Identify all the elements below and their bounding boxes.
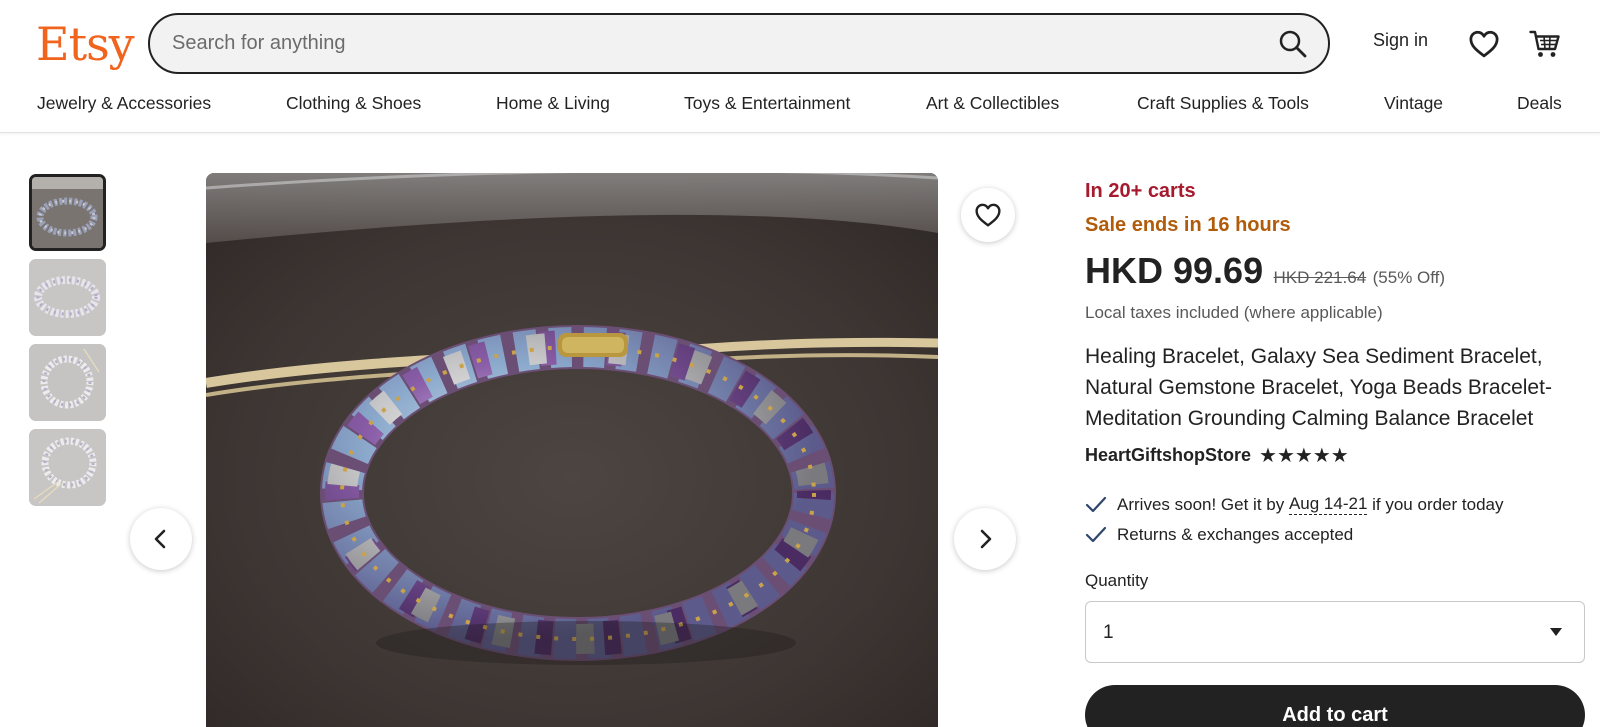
discount-percent: (55% Off) — [1372, 268, 1446, 287]
bracelet-thumbnail-image — [29, 259, 106, 336]
bracelet-thumbnail-image — [29, 344, 106, 421]
listing-title: Healing Bracelet, Galaxy Sea Sediment Br… — [1085, 345, 1552, 430]
price-row: HKD 99.69 HKD 221.64 (55% Off) — [1085, 250, 1445, 292]
nav-art-collectibles[interactable]: Art & Collectibles — [926, 93, 1059, 114]
favorites-button[interactable] — [1462, 22, 1506, 66]
taxes-note: Local taxes included (where applicable) — [1085, 303, 1383, 322]
caret-down-icon — [1550, 628, 1562, 636]
returns-policy: Returns & exchanges accepted — [1085, 525, 1353, 545]
quantity-label: Quantity — [1085, 571, 1149, 590]
thumbnail-3[interactable] — [29, 344, 106, 421]
search-icon — [1279, 30, 1307, 58]
search-input[interactable] — [172, 15, 1252, 72]
cart-button[interactable] — [1523, 22, 1567, 66]
delivery-estimate: Arrives soon! Get it by Aug 14-21 if you… — [1085, 494, 1503, 515]
category-nav: Jewelry & Accessories Clothing & Shoes H… — [0, 93, 1600, 121]
nav-deals[interactable]: Deals — [1517, 93, 1562, 114]
quantity-select[interactable]: 1 — [1085, 601, 1585, 663]
heart-icon — [975, 203, 1001, 227]
arrives-prefix: Arrives soon! Get it by — [1117, 494, 1289, 514]
nav-home-living[interactable]: Home & Living — [496, 93, 610, 114]
next-image-button[interactable] — [954, 508, 1016, 570]
bracelet-thumbnail-image — [29, 429, 106, 506]
sale-price: HKD 99.69 — [1085, 250, 1264, 291]
thumbnail-1[interactable] — [29, 174, 106, 251]
quantity-value: 1 — [1103, 622, 1114, 643]
search-button[interactable] — [1272, 23, 1314, 65]
delivery-dates-link[interactable]: Aug 14-21 — [1288, 494, 1368, 515]
thumbnail-2[interactable] — [29, 259, 106, 336]
favorite-listing-button[interactable] — [961, 188, 1015, 242]
arrives-suffix: if you order today — [1367, 494, 1504, 514]
heart-icon — [1469, 30, 1499, 58]
sale-countdown: Sale ends in 16 hours — [1085, 214, 1291, 236]
check-icon — [1085, 526, 1107, 543]
returns-text: Returns & exchanges accepted — [1117, 525, 1354, 544]
add-to-cart-button[interactable]: Add to cart — [1085, 685, 1585, 727]
shop-info: HeartGiftshopStore ★★★★★ — [1085, 445, 1350, 466]
previous-image-button[interactable] — [130, 508, 192, 570]
nav-clothing-shoes[interactable]: Clothing & Shoes — [286, 93, 421, 114]
chevron-right-icon — [980, 529, 992, 549]
site-header: Etsy Sign in Jewelry & Accessories Cloth… — [0, 0, 1600, 133]
main-product-image — [206, 173, 938, 727]
shopping-cart-icon — [1529, 30, 1560, 57]
search-bar — [148, 13, 1330, 74]
etsy-logo[interactable]: Etsy — [36, 14, 135, 74]
shop-name-link[interactable]: HeartGiftshopStore — [1085, 445, 1251, 466]
nav-vintage[interactable]: Vintage — [1384, 93, 1443, 114]
nav-craft-supplies-tools[interactable]: Craft Supplies & Tools — [1137, 93, 1309, 114]
nav-toys-entertainment[interactable]: Toys & Entertainment — [684, 93, 850, 114]
in-carts-badge: In 20+ carts — [1085, 180, 1196, 202]
original-price: HKD 221.64 — [1273, 268, 1367, 287]
thumbnail-4[interactable] — [29, 429, 106, 506]
check-icon — [1085, 496, 1107, 512]
bracelet-photo — [206, 173, 938, 727]
bracelet-thumbnail-image — [32, 177, 103, 248]
star-rating[interactable]: ★★★★★ — [1259, 446, 1350, 466]
sign-in-link[interactable]: Sign in — [1373, 30, 1428, 51]
nav-jewelry-accessories[interactable]: Jewelry & Accessories — [37, 93, 211, 114]
star-rating-icons: ★★★★★ — [1259, 444, 1349, 467]
chevron-left-icon — [154, 529, 166, 549]
